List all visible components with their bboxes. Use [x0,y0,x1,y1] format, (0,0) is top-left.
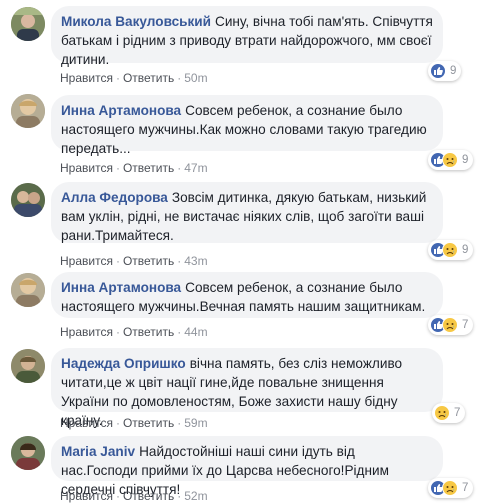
comment-author[interactable]: Микола Вакуловський [61,14,211,29]
reaction-count: 7 [462,319,469,331]
separator: · [115,489,120,503]
reaction-summary[interactable]: 7 [432,403,466,423]
reply-link[interactable]: Ответить [123,254,174,268]
comment-bubble: Maria Janiv Найдостойніші наші сини ідуть… [51,436,443,497]
separator: · [115,71,120,85]
comment-author[interactable]: Maria Janiv [61,444,135,459]
sad-icon [442,152,458,168]
reaction-count: 9 [462,154,469,166]
comment-actions: Нравится · Ответить · 44m [60,325,208,339]
reply-link[interactable]: Ответить [123,71,174,85]
comment-time[interactable]: 44m [184,325,207,339]
like-link[interactable]: Нравится [60,71,113,85]
comment-bubble: Микола Вакуловський Сину, вічна тобі пам'… [51,6,443,67]
reply-link[interactable]: Ответить [123,161,174,175]
comment-actions: Нравится · Ответить · 52m [60,489,208,503]
reply-link[interactable]: Ответить [123,325,174,339]
reaction-count: 9 [450,65,457,77]
like-link[interactable]: Нравится [60,254,113,268]
comment-actions: Нравится · Ответить · 47m [60,161,208,175]
reply-link[interactable]: Ответить [123,489,174,503]
avatar[interactable] [11,273,45,307]
like-link[interactable]: Нравится [60,325,113,339]
reaction-summary[interactable]: 9 [428,61,462,81]
comment-author[interactable]: Инна Артамонова [61,280,181,295]
comment-author[interactable]: Алла Федорова [61,190,168,205]
separator: · [115,161,120,175]
like-link[interactable]: Нравится [60,489,113,503]
comment-bubble: Инна Артамонова Совсем ребенок, а сознани… [51,272,443,318]
comment-time[interactable]: 52m [184,489,207,503]
sad-icon [442,242,458,258]
comment-actions: Нравится · Ответить · 59m [60,416,208,430]
separator: · [177,254,182,268]
reaction-count: 7 [454,407,461,419]
comment-time[interactable]: 47m [184,161,207,175]
like-link[interactable]: Нравится [60,161,113,175]
comment-actions: Нравится · Ответить · 50m [60,71,208,85]
reply-link[interactable]: Ответить [123,416,174,430]
comment-time[interactable]: 50m [184,71,207,85]
separator: · [115,325,120,339]
reaction-count: 7 [462,482,469,494]
comment-author[interactable]: Надежда Опришко [61,356,186,371]
avatar[interactable] [11,349,45,383]
comment-bubble: Инна Артамонова Совсем ребенок, а сознани… [51,95,443,156]
separator: · [177,325,182,339]
separator: · [115,416,120,430]
like-link[interactable]: Нравится [60,416,113,430]
reaction-summary[interactable]: 7 [428,478,474,498]
comment-time[interactable]: 59m [184,416,207,430]
avatar[interactable] [11,183,45,217]
separator: · [177,489,182,503]
sad-icon [442,480,458,496]
avatar[interactable] [11,94,45,128]
comment-time[interactable]: 43m [184,254,207,268]
reaction-summary[interactable]: 9 [428,240,474,260]
avatar[interactable] [11,436,45,470]
avatar[interactable] [11,7,45,41]
reaction-count: 9 [462,244,469,256]
comment-bubble: Алла Федорова Зовсім дитинка, дякую батьк… [51,182,443,243]
separator: · [177,71,182,85]
like-icon [430,63,446,79]
sad-icon [442,317,458,333]
separator: · [177,416,182,430]
separator: · [115,254,120,268]
reaction-summary[interactable]: 9 [428,150,474,170]
separator: · [177,161,182,175]
comment-author[interactable]: Инна Артамонова [61,103,181,118]
comment-bubble: Надежда Опришко вічна память, без сліз не… [51,348,443,428]
reaction-summary[interactable]: 7 [428,315,474,335]
sad-icon [434,405,450,421]
comment-actions: Нравится · Ответить · 43m [60,254,208,268]
